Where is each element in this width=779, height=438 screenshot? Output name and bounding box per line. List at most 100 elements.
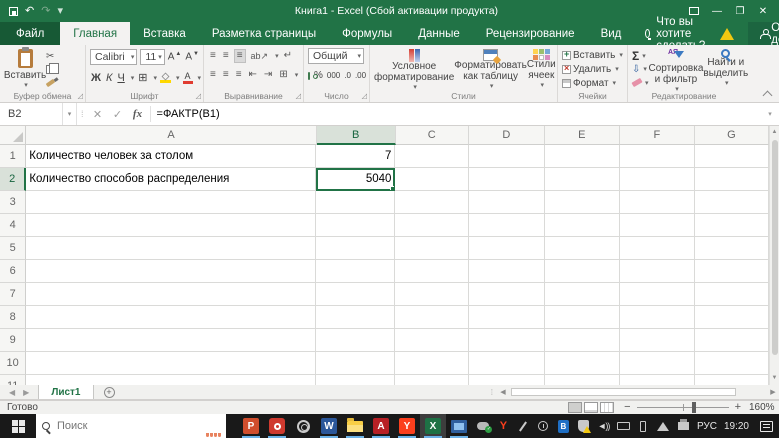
row-header-3[interactable]: 3: [0, 191, 27, 214]
cell-D8[interactable]: [468, 306, 545, 329]
cell-A3[interactable]: [26, 191, 317, 214]
close-icon[interactable]: ✕: [752, 2, 774, 20]
cell-A6[interactable]: [26, 260, 317, 283]
save-icon[interactable]: [9, 6, 18, 16]
scroll-down-icon[interactable]: ▼: [770, 372, 779, 385]
row-header-6[interactable]: 6: [0, 260, 27, 283]
file-explorer-icon[interactable]: [342, 414, 368, 438]
tab-вставка[interactable]: Вставка: [130, 22, 199, 45]
clear-icon[interactable]: ▾: [631, 77, 649, 90]
cell-G1[interactable]: [694, 145, 769, 168]
row-header-4[interactable]: 4: [0, 214, 27, 237]
cell-F9[interactable]: [619, 329, 695, 352]
camera-icon[interactable]: [264, 414, 290, 438]
orientation-icon[interactable]: ab↗: [249, 50, 271, 62]
align-right-icon[interactable]: ≡: [234, 69, 244, 81]
display-settings-icon[interactable]: [446, 414, 472, 438]
cell-E8[interactable]: [544, 306, 620, 329]
word-icon[interactable]: W: [316, 414, 342, 438]
cell-F8[interactable]: [619, 306, 695, 329]
cell-A9[interactable]: [26, 329, 317, 352]
bold-button[interactable]: Ж: [90, 72, 102, 84]
pen-icon[interactable]: [517, 419, 530, 433]
cell-E5[interactable]: [544, 237, 620, 260]
format-painter-icon[interactable]: [45, 77, 56, 89]
paste-button[interactable]: Вставить ▾: [4, 47, 46, 89]
paste-dropdown-icon[interactable]: ▾: [24, 81, 28, 89]
cell-C4[interactable]: [395, 214, 469, 237]
cell-D1[interactable]: [468, 145, 545, 168]
cell-G3[interactable]: [694, 191, 769, 214]
cell-F11[interactable]: [620, 375, 695, 385]
cell-D3[interactable]: [468, 191, 545, 214]
increase-indent-icon[interactable]: ⇥: [262, 69, 274, 81]
align-middle-icon[interactable]: ≡: [221, 50, 231, 62]
zoom-in-icon[interactable]: +: [735, 402, 741, 413]
cell-C6[interactable]: [395, 260, 469, 283]
zoom-out-icon[interactable]: −: [624, 402, 630, 413]
clock-time[interactable]: 19:20: [724, 421, 749, 432]
align-top-icon[interactable]: ≡: [208, 50, 218, 62]
cell-G10[interactable]: [694, 352, 769, 375]
cell-F2[interactable]: [619, 168, 695, 191]
cell-A4[interactable]: [26, 214, 317, 237]
increase-decimal-icon[interactable]: .0: [344, 71, 351, 80]
sheet-tab[interactable]: Лист1: [38, 385, 94, 399]
restore-icon[interactable]: ❐: [729, 2, 751, 20]
cell-E11[interactable]: [545, 375, 620, 385]
cell-E3[interactable]: [544, 191, 620, 214]
cell-A2[interactable]: Количество способов распределения: [26, 168, 317, 191]
cell-B3[interactable]: [316, 191, 396, 214]
new-sheet-icon[interactable]: +: [103, 386, 115, 398]
cell-E6[interactable]: [544, 260, 620, 283]
tab-формулы[interactable]: Формулы: [329, 22, 405, 45]
shrink-font-icon[interactable]: А▼: [185, 51, 200, 62]
cell-A5[interactable]: [26, 237, 317, 260]
cell-G7[interactable]: [694, 283, 769, 306]
cell-D9[interactable]: [468, 329, 545, 352]
yandex-browser-icon[interactable]: Y: [394, 414, 420, 438]
cell-F6[interactable]: [619, 260, 695, 283]
cell-A7[interactable]: [26, 283, 317, 306]
zoom-level[interactable]: 160%: [749, 402, 779, 413]
enter-icon[interactable]: ✓: [108, 108, 128, 121]
tab-разметка-страницы[interactable]: Разметка страницы: [199, 22, 329, 45]
column-header-C[interactable]: C: [395, 126, 469, 145]
delete-cells-button[interactable]: Удалить▾: [562, 62, 624, 76]
cell-styles-button[interactable]: Стили ячеек ▾: [527, 48, 556, 89]
collapse-ribbon-icon[interactable]: [762, 90, 773, 101]
cell-C11[interactable]: [395, 375, 469, 385]
cell-B11[interactable]: [316, 375, 396, 385]
alignment-dialog-launcher-icon[interactable]: ◿: [296, 93, 301, 100]
cell-A1[interactable]: Количество человек за столом: [26, 145, 317, 168]
align-left-icon[interactable]: ≡: [208, 69, 218, 81]
find-select-button[interactable]: Найти и выделить ▾: [703, 48, 748, 89]
scroll-up-icon[interactable]: ▲: [770, 126, 779, 139]
cell-E4[interactable]: [544, 214, 620, 237]
borders-icon[interactable]: ⊞: [137, 71, 148, 84]
page-layout-view-icon[interactable]: [584, 402, 599, 413]
row-header-1[interactable]: 1: [0, 145, 27, 168]
decrease-indent-icon[interactable]: ⇤: [247, 69, 259, 81]
zoom-slider-handle[interactable]: [691, 402, 696, 413]
row-header-10[interactable]: 10: [0, 352, 27, 375]
cell-F3[interactable]: [619, 191, 695, 214]
cell-B5[interactable]: [316, 237, 396, 260]
cell-F1[interactable]: [619, 145, 695, 168]
cell-F7[interactable]: [619, 283, 695, 306]
fill-handle[interactable]: [390, 186, 395, 190]
cut-icon[interactable]: ✂: [46, 50, 55, 62]
tell-me-box[interactable]: Что вы хотите сделать?: [634, 16, 720, 52]
name-box-dropdown-icon[interactable]: ▾: [63, 103, 77, 125]
scroll-left-icon[interactable]: ◀: [497, 388, 509, 396]
bluetooth-icon[interactable]: B: [557, 419, 570, 433]
normal-view-icon[interactable]: [568, 402, 583, 413]
align-bottom-icon[interactable]: ≡: [233, 49, 246, 63]
number-dialog-launcher-icon[interactable]: ◿: [362, 93, 367, 100]
cell-B7[interactable]: [316, 283, 396, 306]
horizontal-scrollbar[interactable]: ◀ ▶: [497, 385, 779, 399]
format-as-table-button[interactable]: Форматировать как таблицу ▾: [454, 48, 527, 90]
cell-C10[interactable]: [395, 352, 469, 375]
font-size-combo[interactable]: 11 ▾: [140, 49, 165, 65]
font-color-icon[interactable]: А: [182, 71, 193, 84]
